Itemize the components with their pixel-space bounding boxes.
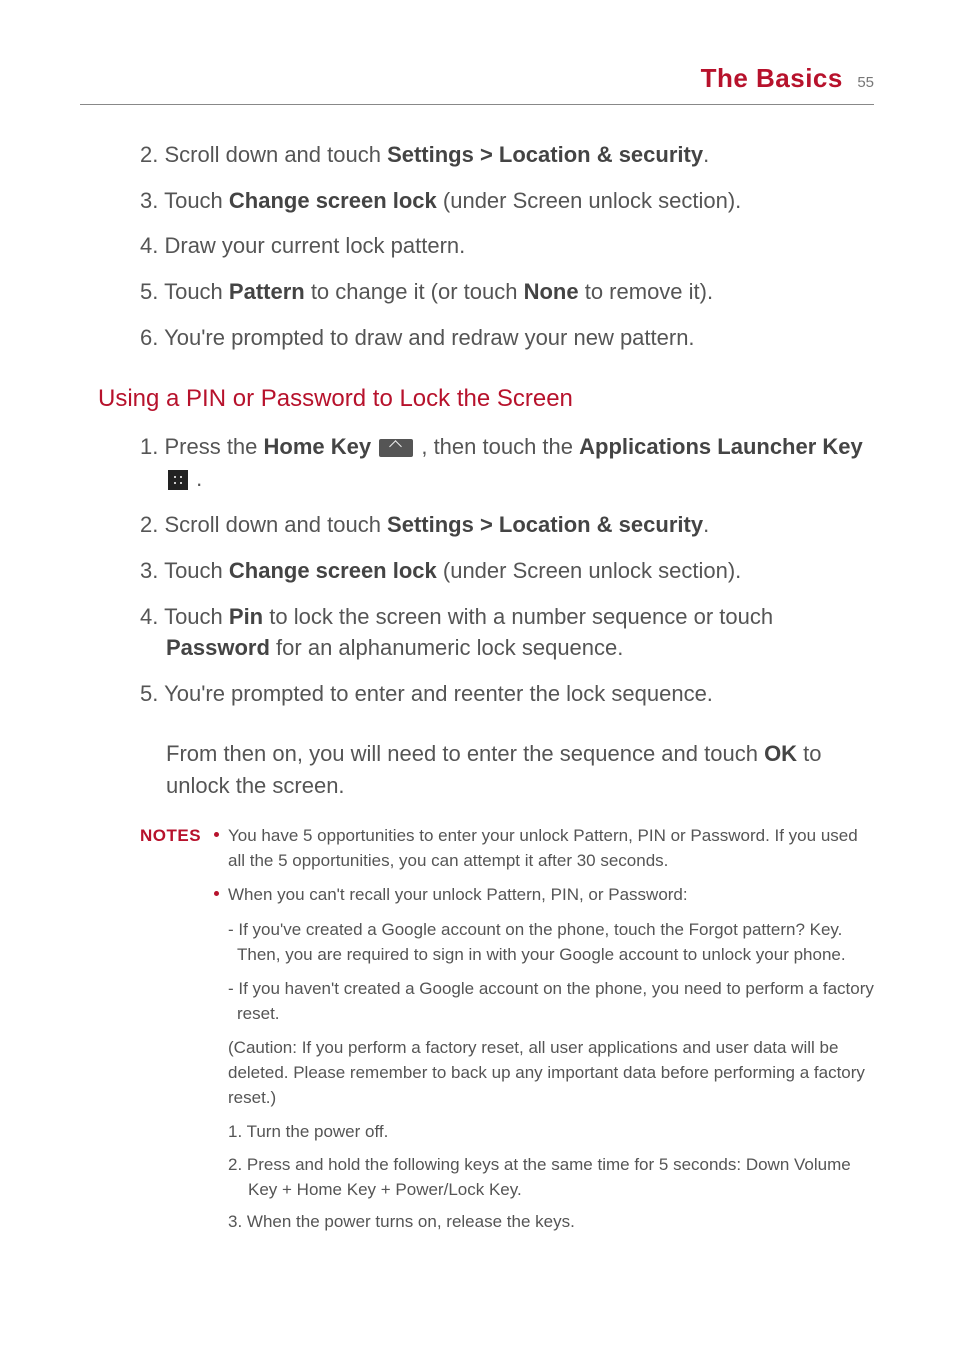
step-item: 4. Touch Pin to lock the screen with a n… [140, 601, 874, 665]
step-item: 4. Draw your current lock pattern. [140, 230, 874, 262]
content-area: 2. Scroll down and touch Settings > Loca… [80, 139, 874, 1243]
notes-block: NOTES You have 5 opportunities to enter … [140, 824, 874, 1243]
section-heading: Using a PIN or Password to Lock the Scre… [98, 382, 874, 417]
step-item: 3. Touch Change screen lock (under Scree… [140, 555, 874, 587]
step-item: 5. You're prompted to enter and reenter … [140, 678, 874, 710]
notes-bullet: You have 5 opportunities to enter your u… [214, 824, 874, 873]
launcher-key-icon [168, 470, 188, 490]
notes-caution: (Caution: If you perform a factory reset… [214, 1036, 874, 1110]
notes-label: NOTES [140, 824, 214, 849]
step-item: 2. Scroll down and touch Settings > Loca… [140, 509, 874, 541]
top-steps-list: 2. Scroll down and touch Settings > Loca… [140, 139, 874, 354]
step-item: 6. You're prompted to draw and redraw yo… [140, 322, 874, 354]
notes-inner-list: 1. Turn the power off. 2. Press and hold… [214, 1120, 874, 1235]
pin-steps-list: 1. Press the Home Key , then touch the A… [140, 431, 874, 710]
step-item: 5. Touch Pattern to change it (or touch … [140, 276, 874, 308]
followup-text: From then on, you will need to enter the… [140, 738, 874, 802]
page-header: The Basics 55 [80, 60, 874, 105]
notes-dash: - If you've created a Google account on … [223, 918, 874, 967]
notes-inner-item: 2. Press and hold the following keys at … [228, 1153, 874, 1202]
home-key-icon [379, 439, 413, 457]
notes-body: You have 5 opportunities to enter your u… [214, 824, 874, 1243]
step-item: 2. Scroll down and touch Settings > Loca… [140, 139, 874, 171]
notes-inner-item: 1. Turn the power off. [228, 1120, 874, 1145]
page-number: 55 [857, 74, 874, 91]
page-title: The Basics [701, 63, 843, 93]
step-item: 1. Press the Home Key , then touch the A… [140, 431, 874, 495]
notes-inner-item: 3. When the power turns on, release the … [228, 1210, 874, 1235]
step-item: 3. Touch Change screen lock (under Scree… [140, 185, 874, 217]
notes-dash: - If you haven't created a Google accoun… [223, 977, 874, 1026]
notes-bullet: When you can't recall your unlock Patter… [214, 883, 874, 908]
